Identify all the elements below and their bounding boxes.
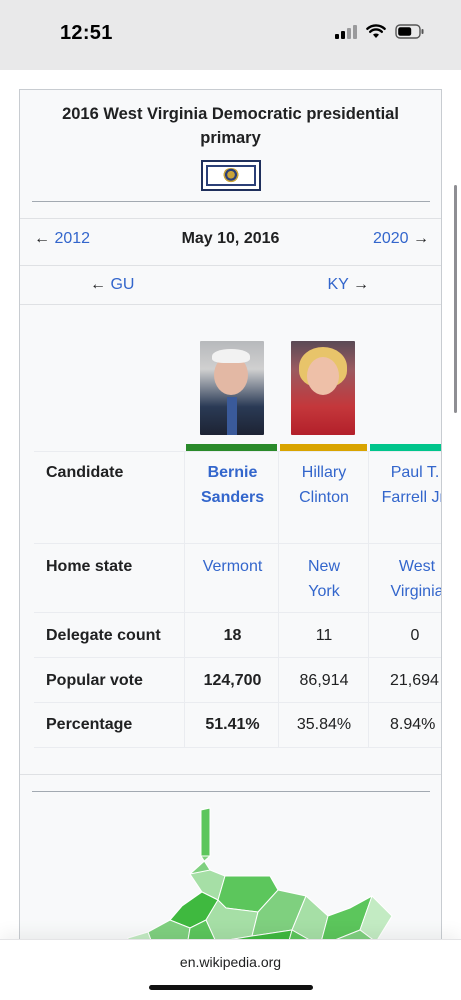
percentage-farrell: 8.94%	[390, 716, 436, 733]
cellular-signal-icon	[335, 24, 357, 39]
popular-vote-clinton: 86,914	[299, 672, 349, 689]
percentage-sanders: 51.41%	[205, 716, 260, 733]
delegate-count-label: Delegate count	[46, 627, 161, 644]
next-state-link[interactable]: KY →	[327, 276, 369, 294]
bernie-sanders-photo[interactable]	[200, 341, 264, 435]
percentage-label: Percentage	[46, 716, 133, 733]
scroll-indicator[interactable]	[454, 185, 457, 413]
home-state-vermont-link[interactable]: Vermont	[185, 554, 280, 579]
home-state-new-york-link[interactable]: New York	[279, 554, 369, 604]
popular-vote-sanders: 124,700	[203, 672, 262, 689]
prev-year-link[interactable]: ← 2012	[34, 230, 90, 248]
candidate-clinton-link[interactable]: Hillary Clinton	[279, 460, 369, 510]
delegate-count-sanders: 18	[223, 627, 242, 644]
hillary-clinton-photo[interactable]	[291, 341, 355, 435]
west-virginia-flag-icon[interactable]	[201, 160, 261, 191]
wifi-icon	[366, 24, 386, 38]
year-nav-row: ← 2012 May 10, 2016 2020 →	[20, 220, 441, 260]
candidate-label: Candidate	[46, 464, 124, 481]
divider	[32, 791, 430, 792]
percentage-clinton: 35.84%	[296, 716, 352, 733]
delegate-count-clinton: 11	[315, 627, 333, 644]
candidate-sanders-link[interactable]: Bernie Sanders	[185, 460, 280, 510]
clinton-color-bar	[280, 444, 367, 451]
candidate-farrell-link[interactable]: Paul T. Farrell Jr.	[380, 460, 441, 510]
home-state-label: Home state	[46, 558, 133, 575]
status-time: 12:51	[60, 22, 113, 44]
delegate-count-farrell: 0	[410, 627, 420, 644]
divider	[32, 201, 430, 202]
url-domain[interactable]: en.wikipedia.org	[0, 954, 461, 970]
sanders-color-bar	[186, 444, 277, 451]
status-bar: 12:51	[0, 0, 461, 70]
popular-vote-farrell: 21,694	[390, 672, 439, 689]
election-infobox: 2016 West Virginia Democratic presidenti…	[19, 89, 442, 989]
popular-vote-label: Popular vote	[46, 672, 143, 689]
farrell-color-bar	[370, 444, 441, 451]
prev-state-link[interactable]: ← GU	[90, 276, 134, 294]
next-year-link[interactable]: 2020 →	[373, 230, 429, 248]
infobox-title: 2016 West Virginia Democratic presidenti…	[62, 105, 399, 147]
browser-url-bar[interactable]: en.wikipedia.org	[0, 939, 461, 1000]
state-nav-row: ← GU KY →	[20, 266, 441, 306]
status-icons	[335, 24, 425, 39]
battery-icon	[395, 24, 424, 39]
home-state-west-virginia-link[interactable]: West Virginia	[382, 554, 441, 604]
home-indicator[interactable]	[149, 985, 313, 990]
